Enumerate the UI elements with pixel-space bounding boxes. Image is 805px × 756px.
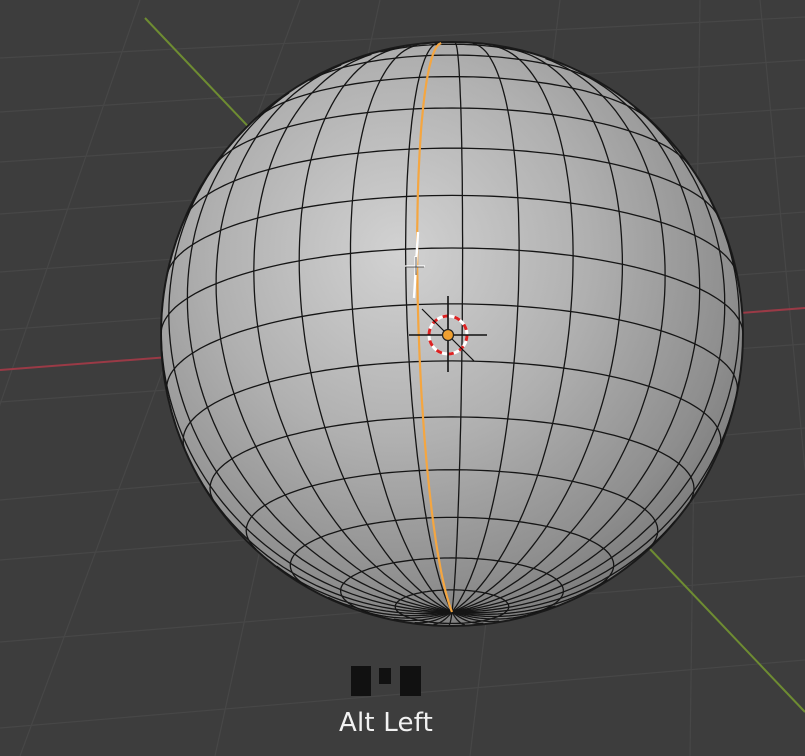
grid-line [0, 659, 805, 729]
grid-line [759, 0, 805, 471]
grid-line [0, 0, 141, 407]
object-origin-dot [441, 328, 455, 342]
3d-viewport[interactable]: Alt Left [0, 0, 805, 756]
viewport-scene[interactable] [0, 0, 805, 756]
